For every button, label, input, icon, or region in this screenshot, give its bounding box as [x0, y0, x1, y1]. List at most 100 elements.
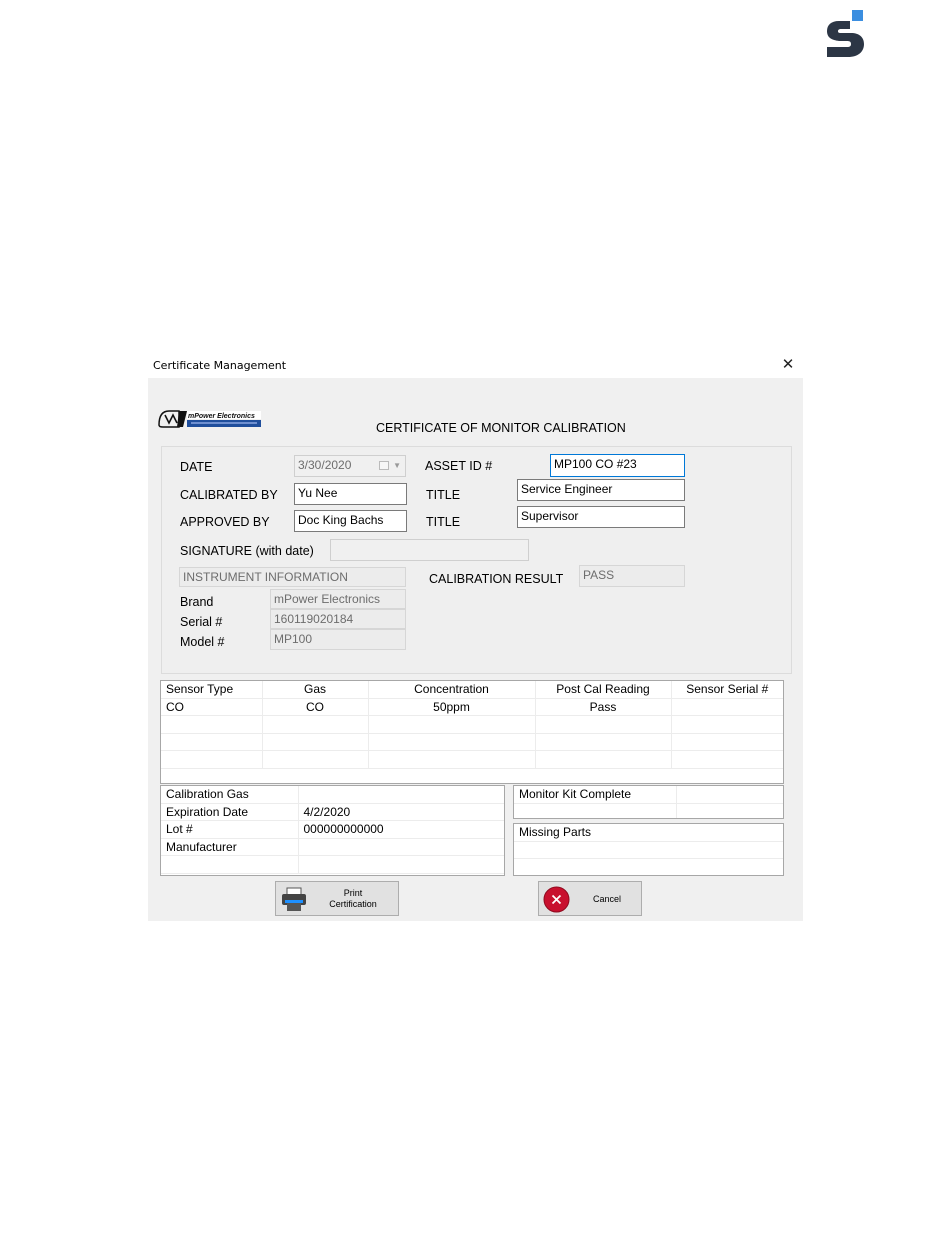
- table-row[interactable]: CO CO 50ppm Pass: [161, 698, 783, 716]
- mpower-logo: mPower Electronics: [157, 407, 263, 431]
- missing-parts-label: Missing Parts: [514, 824, 783, 842]
- cell-sensor-serial[interactable]: [671, 715, 783, 734]
- gas-field-value[interactable]: 4/2/2020: [298, 803, 504, 821]
- cell-gas[interactable]: CO: [262, 698, 369, 716]
- table-row[interactable]: Expiration Date 4/2/2020: [161, 803, 504, 821]
- instrument-info-header: INSTRUMENT INFORMATION: [179, 567, 406, 587]
- kit-field-value[interactable]: [676, 786, 783, 804]
- calibrated-title-label: TITLE: [426, 488, 461, 502]
- serial-label: Serial #: [180, 615, 223, 629]
- print-label-line1: Print: [343, 888, 363, 898]
- cell-post-cal-reading[interactable]: [535, 715, 672, 734]
- gas-field-label: Lot #: [161, 820, 299, 839]
- certificate-heading: CERTIFICATE OF MONITOR CALIBRATION: [376, 421, 626, 435]
- asset-id-input[interactable]: MP100 CO #23: [550, 454, 685, 477]
- missing-parts-value[interactable]: [514, 858, 783, 875]
- cell-post-cal-reading[interactable]: [535, 750, 672, 769]
- signature-label: SIGNATURE (with date): [180, 544, 314, 558]
- cell-sensor-type[interactable]: [161, 715, 263, 734]
- certificate-info-panel: DATE 3/30/2020 ▼ ASSET ID # MP100 CO #23…: [161, 446, 792, 674]
- title-bar: Certificate Management ✕: [148, 352, 803, 378]
- model-value: MP100: [270, 629, 406, 650]
- sensor-table-header: Sensor Type Gas Concentration Post Cal R…: [161, 681, 783, 699]
- cancel-button-label: Cancel: [592, 894, 621, 904]
- print-certification-button[interactable]: Print Certification: [275, 881, 399, 916]
- brand-logo-icon: [826, 10, 866, 58]
- table-row[interactable]: [161, 715, 783, 734]
- kit-field-value[interactable]: [676, 803, 783, 818]
- cell-post-cal-reading[interactable]: Pass: [535, 698, 672, 716]
- printer-icon: [280, 886, 308, 914]
- cell-sensor-type[interactable]: [161, 750, 263, 769]
- print-button-label: Print Certification: [310, 888, 396, 910]
- approved-by-label: APPROVED BY: [180, 515, 270, 529]
- table-row[interactable]: Missing Parts: [514, 824, 783, 842]
- approved-title-input[interactable]: Supervisor: [517, 506, 685, 528]
- cell-concentration[interactable]: [368, 750, 536, 769]
- table-row[interactable]: [514, 841, 783, 859]
- table-row[interactable]: Monitor Kit Complete: [514, 786, 783, 804]
- svg-text:mPower Electronics: mPower Electronics: [188, 413, 255, 420]
- cell-concentration[interactable]: [368, 733, 536, 751]
- brand-label: Brand: [180, 595, 214, 609]
- gas-field-value[interactable]: [298, 786, 504, 804]
- signature-input[interactable]: [330, 539, 529, 561]
- certificate-management-window: Certificate Management ✕ mPower Electron…: [148, 352, 803, 921]
- cell-concentration[interactable]: 50ppm: [368, 698, 536, 716]
- cancel-button[interactable]: Cancel: [538, 881, 642, 916]
- cell-sensor-serial[interactable]: [671, 733, 783, 751]
- gas-field-label: Manufacturer: [161, 838, 299, 856]
- table-row[interactable]: [514, 803, 783, 818]
- print-label-line2: Certification: [329, 899, 377, 909]
- calibration-result-label: CALIBRATION RESULT: [429, 572, 564, 586]
- col-gas: Gas: [262, 681, 369, 699]
- calibrated-by-input[interactable]: Yu Nee: [294, 483, 407, 505]
- cancel-icon: [543, 886, 570, 913]
- calibrated-by-label: CALIBRATED BY: [180, 488, 278, 502]
- calendar-icon: [379, 461, 389, 470]
- table-row[interactable]: Lot # 000000000000: [161, 820, 504, 839]
- kit-field-label: [514, 803, 677, 818]
- date-value: 3/30/2020: [298, 458, 352, 472]
- cell-post-cal-reading[interactable]: [535, 733, 672, 751]
- cell-sensor-serial[interactable]: [671, 698, 783, 716]
- table-row[interactable]: [161, 750, 783, 769]
- table-row[interactable]: [514, 858, 783, 875]
- gas-field-value[interactable]: [298, 855, 504, 874]
- model-label: Model #: [180, 635, 225, 649]
- close-icon[interactable]: ✕: [776, 354, 800, 376]
- kit-field-label: Monitor Kit Complete: [514, 786, 677, 804]
- calibration-result-value: PASS: [579, 565, 685, 587]
- cell-concentration[interactable]: [368, 715, 536, 734]
- table-row[interactable]: Manufacturer: [161, 838, 504, 856]
- sensor-table: Sensor Type Gas Concentration Post Cal R…: [160, 680, 784, 784]
- gas-field-label: Calibration Gas: [161, 786, 299, 804]
- table-row[interactable]: [161, 733, 783, 751]
- monitor-kit-table: Monitor Kit Complete: [513, 785, 784, 819]
- calibration-gas-table: Calibration Gas Expiration Date 4/2/2020…: [160, 785, 505, 876]
- gas-field-value[interactable]: [298, 838, 504, 856]
- cell-sensor-type[interactable]: [161, 733, 263, 751]
- gas-field-label: Expiration Date: [161, 803, 299, 821]
- table-row[interactable]: [161, 855, 504, 874]
- cell-gas[interactable]: [262, 733, 369, 751]
- date-label: DATE: [180, 460, 213, 474]
- gas-field-value[interactable]: 000000000000: [298, 820, 504, 839]
- cell-sensor-type[interactable]: CO: [161, 698, 263, 716]
- approved-title-label: TITLE: [426, 515, 461, 529]
- table-row[interactable]: Calibration Gas: [161, 786, 504, 804]
- cell-sensor-serial[interactable]: [671, 750, 783, 769]
- gas-field-label: [161, 855, 299, 874]
- cell-gas[interactable]: [262, 750, 369, 769]
- col-post-cal-reading: Post Cal Reading: [535, 681, 672, 699]
- approved-by-input[interactable]: Doc King Bachs: [294, 510, 407, 532]
- serial-value: 160119020184: [270, 609, 406, 629]
- cell-gas[interactable]: [262, 715, 369, 734]
- missing-parts-value[interactable]: [514, 841, 783, 859]
- chevron-down-icon: ▼: [393, 461, 401, 470]
- brand-value: mPower Electronics: [270, 589, 406, 609]
- calibrated-title-input[interactable]: Service Engineer: [517, 479, 685, 501]
- asset-id-label: ASSET ID #: [425, 459, 493, 473]
- window-title: Certificate Management: [153, 359, 287, 372]
- date-picker[interactable]: 3/30/2020 ▼: [294, 455, 406, 477]
